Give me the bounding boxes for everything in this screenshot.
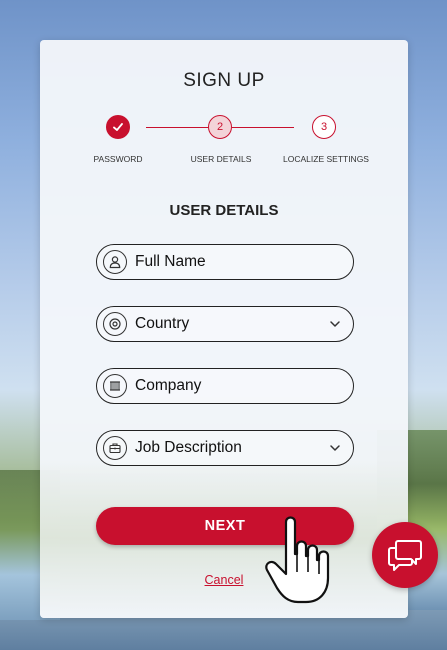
hand-pointer-icon	[265, 516, 330, 604]
step-3-pending[interactable]: 3	[312, 115, 336, 139]
step-1-complete[interactable]	[106, 115, 130, 139]
step-3-label: LOCALIZE SETTINGS	[283, 154, 369, 164]
stepper-connector-2	[232, 127, 294, 128]
location-pin-icon	[103, 312, 127, 336]
step-2-label: USER DETAILS	[190, 154, 252, 164]
country-select[interactable]: Country	[96, 306, 354, 342]
section-heading: USER DETAILS	[169, 202, 279, 219]
signup-card: SIGN UP 2 3 PASSWORD USER DETAILS LOCALI…	[40, 40, 408, 618]
building-icon	[103, 374, 127, 398]
job-description-label: Job Description	[135, 439, 242, 456]
chat-button[interactable]	[372, 522, 438, 588]
cancel-link[interactable]: Cancel	[40, 573, 408, 587]
step-1-label: PASSWORD	[93, 154, 143, 164]
full-name-field[interactable]: Full Name	[96, 244, 354, 280]
chevron-down-icon[interactable]	[329, 318, 341, 330]
company-field[interactable]: Company	[96, 368, 354, 404]
job-description-select[interactable]: Job Description	[96, 430, 354, 466]
chat-bubbles-icon	[388, 540, 422, 571]
user-icon	[103, 250, 127, 274]
company-label: Company	[135, 377, 202, 394]
full-name-label: Full Name	[135, 253, 206, 270]
stepper-connector-1	[146, 127, 208, 128]
briefcase-icon	[103, 436, 127, 460]
step-2-number: 2	[216, 121, 224, 133]
country-label: Country	[135, 315, 190, 332]
step-2-current[interactable]: 2	[208, 115, 232, 139]
checkmark-icon	[113, 123, 123, 131]
page-title: SIGN UP	[183, 70, 265, 91]
step-3-number: 3	[320, 121, 328, 133]
chevron-down-icon[interactable]	[329, 442, 341, 454]
